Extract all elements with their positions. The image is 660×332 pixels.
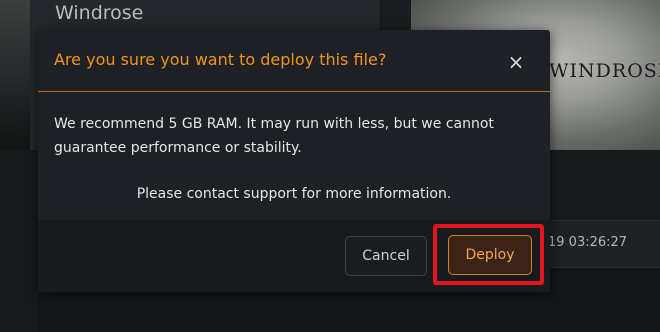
background-banner-logo: WINDROSE bbox=[549, 60, 660, 82]
dialog-message-line-1: We recommend 5 GB RAM. It may run with l… bbox=[54, 116, 494, 132]
dialog-header: Are you sure you want to deploy this fil… bbox=[38, 30, 550, 92]
dialog-message-line-2: guarantee performance or stability. bbox=[54, 140, 302, 156]
deploy-confirm-dialog: Are you sure you want to deploy this fil… bbox=[38, 30, 550, 292]
background-row-timestamp: 19 03:26:27 bbox=[548, 235, 628, 250]
deploy-button[interactable]: Deploy bbox=[448, 235, 532, 275]
close-icon[interactable]: × bbox=[504, 50, 528, 74]
dialog-contact-support-text: Please contact support for more informat… bbox=[136, 186, 452, 202]
dialog-title: Are you sure you want to deploy this fil… bbox=[54, 50, 387, 69]
background-card-title: Windrose bbox=[55, 2, 144, 24]
dialog-footer: Cancel Deploy bbox=[38, 220, 550, 292]
background-left-image bbox=[0, 0, 30, 150]
background-left-edge bbox=[0, 150, 38, 332]
cancel-button[interactable]: Cancel bbox=[345, 236, 427, 276]
dialog-body: We recommend 5 GB RAM. It may run with l… bbox=[38, 92, 550, 220]
